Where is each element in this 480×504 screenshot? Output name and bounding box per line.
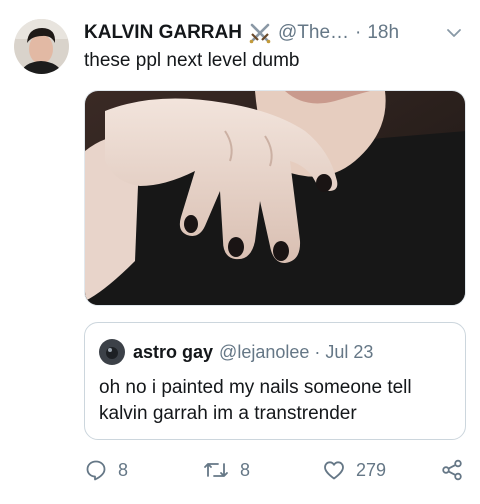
reply-icon: [84, 458, 108, 482]
reply-count: 8: [118, 459, 129, 480]
quoted-author-name: astro gay: [133, 341, 214, 362]
retweet-count: 8: [240, 459, 251, 480]
quoted-header-separator: ·: [314, 341, 321, 362]
quoted-tweet-date: Jul 23: [325, 341, 374, 362]
retweet-icon: [202, 458, 230, 482]
quoted-author-avatar: [99, 339, 125, 365]
reply-button[interactable]: 8: [84, 458, 128, 482]
heart-icon: [322, 458, 346, 482]
share-button[interactable]: [440, 458, 464, 482]
share-icon: [440, 458, 464, 482]
author-avatar[interactable]: [14, 19, 69, 74]
retweet-button[interactable]: 8: [202, 458, 250, 482]
quoted-tweet-text: oh no i painted my nails someone tell ka…: [99, 377, 412, 424]
tweet-actions: 8 8 279: [84, 458, 474, 488]
quoted-tweet[interactable]: astro gay @lejanolee · Jul 23 oh no i pa…: [84, 322, 466, 440]
crossed-swords-icon: [248, 21, 272, 45]
author-handle[interactable]: @The…: [278, 22, 349, 44]
tweet-header: KALVIN GARRAH @The… · 18h: [84, 19, 462, 47]
tweet-timestamp[interactable]: 18h: [367, 22, 399, 44]
header-separator: ·: [355, 22, 362, 43]
like-count: 279: [356, 459, 387, 480]
quoted-author-handle: @lejanolee: [219, 341, 310, 362]
author-name[interactable]: KALVIN GARRAH: [84, 22, 242, 44]
tweet-media-image[interactable]: [84, 90, 466, 306]
tweet-text: these ppl next level dumb: [84, 50, 300, 71]
quoted-tweet-header: astro gay @lejanolee · Jul 23: [99, 339, 373, 365]
like-button[interactable]: 279: [322, 458, 386, 482]
chevron-down-icon[interactable]: [446, 25, 462, 47]
